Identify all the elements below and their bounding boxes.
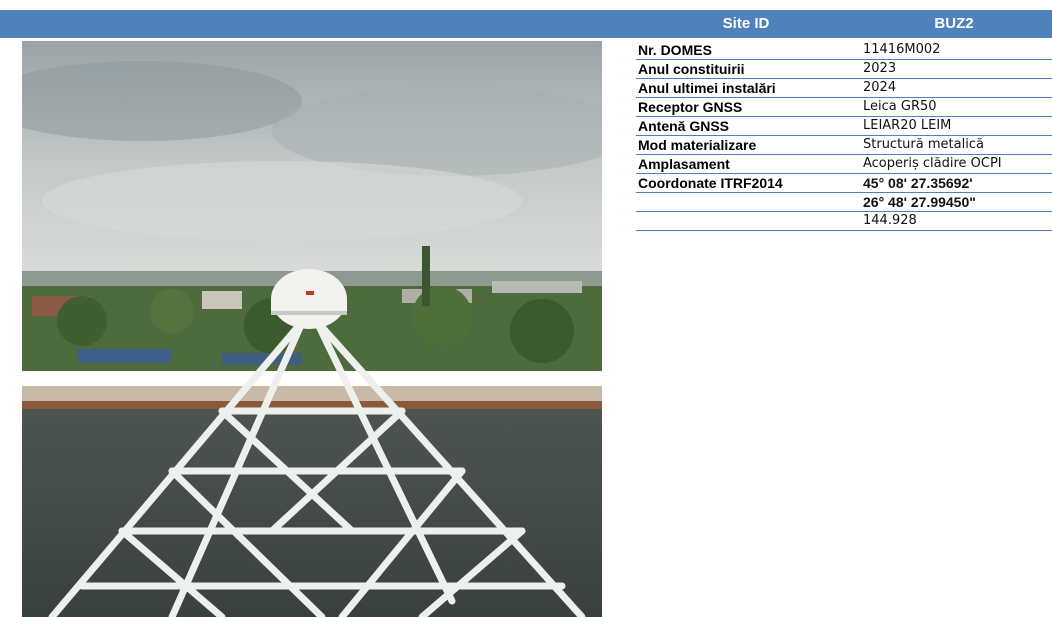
site-info-table: Nr. DOMES 11416M002 Anul constituirii 20… (636, 41, 1052, 231)
row-value: 11416M002 (861, 41, 1052, 60)
row-value: 144.928 (861, 211, 1052, 231)
site-id-label: Site ID (722, 15, 770, 32)
site-photo (22, 41, 602, 617)
table-row: Nr. DOMES 11416M002 (636, 41, 1052, 60)
row-key: Amplasament (636, 154, 861, 174)
row-value: LEIAR20 LEIM (861, 116, 1052, 136)
row-value: 26° 48' 27.99450" (861, 192, 1052, 212)
table-row: 26° 48' 27.99450" (636, 192, 1052, 212)
table-row: 144.928 (636, 211, 1052, 231)
row-key (636, 211, 861, 231)
table-row: Anul constituirii 2023 (636, 59, 1052, 79)
row-value: Leica GR50 (861, 97, 1052, 117)
row-key: Mod materializare (636, 135, 861, 155)
table-row: Antenă GNSS LEIAR20 LEIM (636, 116, 1052, 136)
site-id-value: BUZ2 (934, 15, 974, 32)
table-row: Receptor GNSS Leica GR50 (636, 97, 1052, 117)
row-value: 45° 08' 27.35692' (861, 173, 1052, 193)
row-key: Nr. DOMES (636, 41, 861, 60)
table-row: Coordonate ITRF2014 45° 08' 27.35692' (636, 173, 1052, 193)
row-value: 2023 (861, 59, 1052, 79)
row-value: 2024 (861, 78, 1052, 98)
row-key: Anul ultimei instalări (636, 78, 861, 98)
table-row: Amplasament Acoperiș clădire OCPI (636, 154, 1052, 174)
row-value: Acoperiș clădire OCPI (861, 154, 1052, 174)
table-row: Anul ultimei instalări 2024 (636, 78, 1052, 98)
row-key: Antenă GNSS (636, 116, 861, 136)
row-key (636, 192, 861, 212)
row-key: Coordonate ITRF2014 (636, 173, 861, 193)
table-row: Mod materializare Structură metalică (636, 135, 1052, 155)
row-key: Receptor GNSS (636, 97, 861, 117)
row-value: Structură metalică (861, 135, 1052, 155)
row-key: Anul constituirii (636, 59, 861, 79)
